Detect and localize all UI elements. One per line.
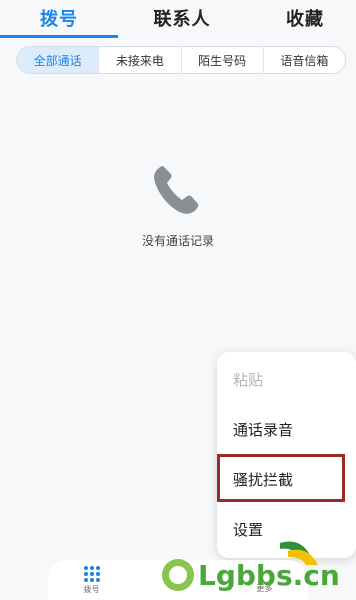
more-icon [257,567,271,581]
tab-underline [0,35,118,38]
tab-dial[interactable]: 拨号 [40,5,78,31]
tab-favorites[interactable]: 收藏 [286,5,324,31]
menu-item-call-recording[interactable]: 通话录音 [217,404,356,454]
top-tab-bar: 拨号 联系人 收藏 [0,0,356,36]
dialpad-icon [83,565,100,582]
empty-state-text: 没有通话记录 [141,234,214,248]
highlight-annotation-box [217,454,345,502]
bottom-nav-more-label: 更多 [256,583,273,593]
bottom-nav-dial[interactable]: 拨号 [83,565,100,595]
bottom-nav: 拨号 更多 [48,560,308,600]
bottom-nav-middle[interactable] [170,573,185,587]
filter-voicemail[interactable]: 语音信箱 [264,47,345,73]
filter-missed-calls[interactable]: 未接来电 [99,47,182,73]
empty-state: 没有通话记录 [0,160,356,249]
menu-item-settings[interactable]: 设置 [217,504,356,554]
middle-nav-icon [170,573,185,587]
phone-icon [154,166,199,214]
bottom-nav-more[interactable]: 更多 [256,567,272,594]
filter-all-calls[interactable]: 全部通话 [17,47,100,73]
tab-contacts[interactable]: 联系人 [154,5,211,31]
call-filter-bar: 全部通话 未接来电 陌生号码 语音信箱 [16,46,346,74]
bottom-nav-dial-label: 拨号 [83,584,100,594]
menu-item-paste[interactable]: 粘贴 [217,354,356,404]
filter-unknown-numbers[interactable]: 陌生号码 [182,47,264,73]
